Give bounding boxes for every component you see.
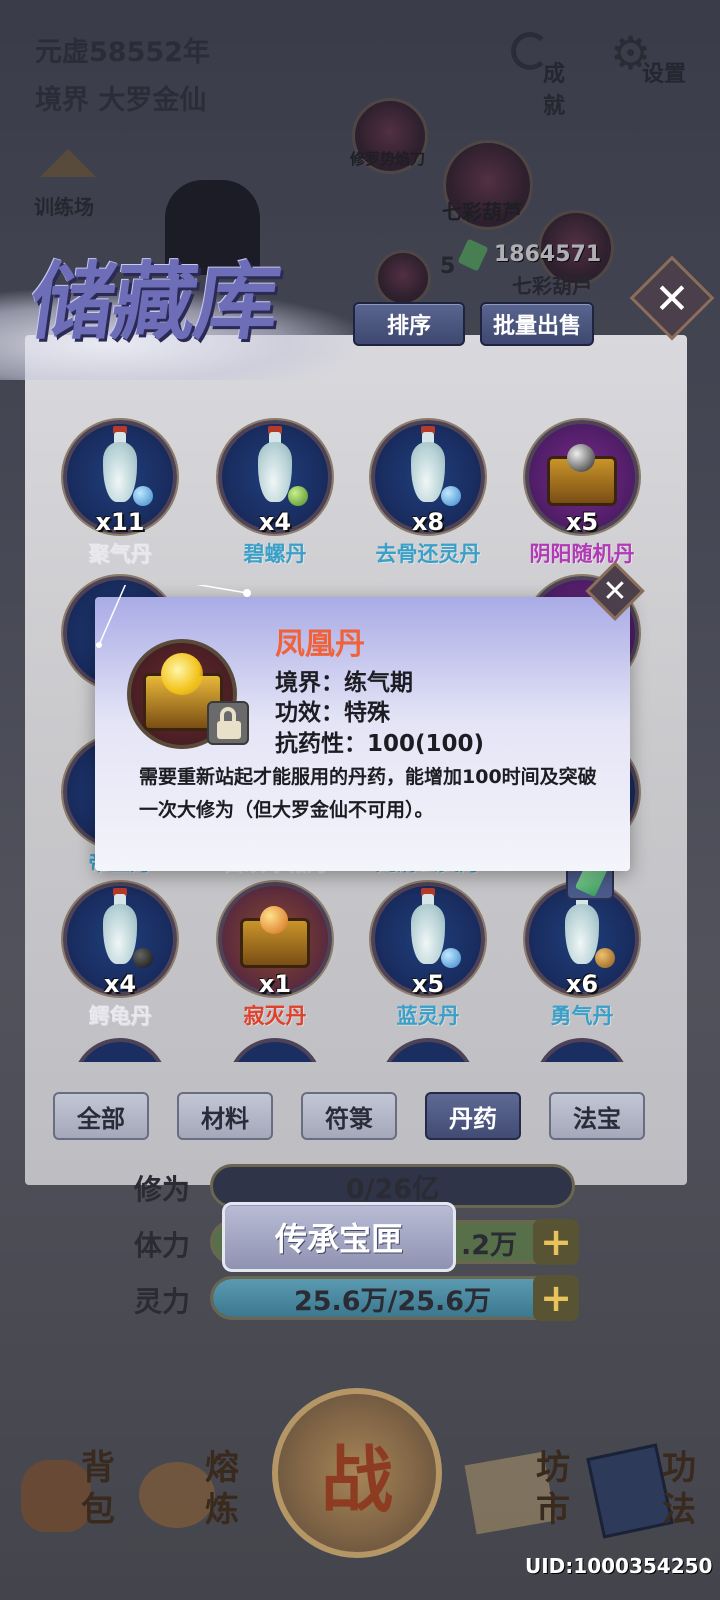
tooltip-resistance: 抗药性：100(100) <box>275 731 485 757</box>
spirit-bar: 25.6万/25.6万 <box>210 1276 575 1320</box>
inventory-item[interactable]: x11 聚气丹 <box>45 420 195 570</box>
spirit-plus-button[interactable]: + <box>533 1275 579 1321</box>
pill-vase-icon <box>411 442 445 502</box>
pill-vase-icon <box>103 904 137 964</box>
stamina-label: 体力 <box>134 1229 191 1262</box>
item-slot <box>72 1038 168 1062</box>
bag-label-2: 包 <box>81 1490 115 1530</box>
constellation-line <box>98 585 248 646</box>
cultivation-value: 0/26亿 <box>345 1173 440 1205</box>
bulk-sell-button[interactable]: 批量出售 <box>480 302 594 346</box>
tab-talismans[interactable]: 符箓 <box>301 1092 397 1140</box>
close-icon[interactable]: ✕ <box>642 268 702 328</box>
market-label-2: 市 <box>536 1490 570 1530</box>
bead-icon <box>133 486 153 506</box>
inventory-item[interactable]: x5 阴阳随机丹 <box>507 420 657 570</box>
orb-icon <box>567 444 595 472</box>
bead-icon <box>441 948 461 968</box>
glow-orb-icon <box>161 653 203 695</box>
inventory-item[interactable]: x5 蓝灵丹 <box>353 882 503 1032</box>
tooltip-description: 需要重新站起才能服用的丹药，能增加100时间及突破一次大修为（但大罗金仙不可用）… <box>139 766 597 821</box>
item-count: x6 <box>565 970 599 998</box>
pill-vase-icon <box>411 904 445 964</box>
stamina-value: .2万 <box>461 1229 518 1261</box>
inventory-item[interactable]: x8 去骨还灵丹 <box>353 420 503 570</box>
user-id: UID:1000354250 <box>525 1554 713 1578</box>
lock-icon <box>207 701 249 745</box>
pill-vase-icon <box>103 442 137 502</box>
smelt-label-1: 熔 <box>205 1448 239 1488</box>
smelt-button[interactable]: 熔 炼 <box>135 1440 250 1540</box>
pill-vase-icon <box>258 442 292 502</box>
item-name: 寂灭丹 <box>243 1004 307 1028</box>
stamina-plus-button[interactable]: + <box>533 1219 579 1265</box>
bag-button[interactable]: 背 包 <box>15 1440 125 1540</box>
item-count: x8 <box>411 508 445 536</box>
orb-icon <box>260 906 288 934</box>
spirit-value: 25.6万/25.6万 <box>293 1285 492 1317</box>
item-slot <box>227 1038 323 1062</box>
bead-icon <box>441 486 461 506</box>
inventory-item[interactable]: x6 勇气丹 <box>507 882 657 1032</box>
item-name: 勇气丹 <box>550 1004 614 1028</box>
bag-label-1: 背 <box>81 1448 115 1488</box>
tooltip-effect: 功效：特殊 <box>275 700 390 726</box>
item-slot <box>534 1038 630 1062</box>
item-count: x5 <box>411 970 445 998</box>
inventory-item[interactable]: x4 碧螺丹 <box>200 420 350 570</box>
spirit-label: 灵力 <box>134 1285 191 1318</box>
item-count: x5 <box>565 508 599 536</box>
pill-vase-icon <box>565 904 599 964</box>
item-count: x4 <box>103 970 137 998</box>
item-name: 碧螺丹 <box>243 542 307 566</box>
sort-button[interactable]: 排序 <box>353 302 465 346</box>
tab-all[interactable]: 全部 <box>53 1092 149 1140</box>
market-button[interactable]: 坊 市 <box>464 1440 583 1540</box>
tab-pills[interactable]: 丹药 <box>425 1092 521 1140</box>
star-icon <box>243 589 251 597</box>
item-name: 阴阳随机丹 <box>529 542 635 566</box>
skills-button[interactable]: 功 法 <box>586 1440 707 1540</box>
storage-title: 储藏库 <box>24 252 285 351</box>
smelt-label-2: 炼 <box>205 1490 239 1530</box>
item-slot <box>380 1038 476 1062</box>
inventory-item[interactable]: x4 鳄龟丹 <box>45 882 195 1032</box>
cultivation-label: 修为 <box>134 1173 191 1206</box>
star-icon <box>96 642 102 648</box>
bead-icon <box>595 948 615 968</box>
market-label-1: 坊 <box>536 1448 570 1488</box>
battle-button[interactable]: 战 <box>272 1388 442 1558</box>
item-tooltip: 凤凰丹 境界：练气期 功效：特殊 抗药性：100(100) 需要重新站起才能服用… <box>95 585 630 871</box>
bead-icon <box>288 486 308 506</box>
tab-materials[interactable]: 材料 <box>177 1092 273 1140</box>
item-name: 蓝灵丹 <box>396 1004 460 1028</box>
tooltip-item-name: 凤凰丹 <box>275 627 365 662</box>
tooltip-realm: 境界：练气期 <box>275 670 413 696</box>
inventory-item[interactable]: x1 寂灭丹 <box>200 882 350 1032</box>
item-count: x11 <box>95 508 145 536</box>
tab-treasures[interactable]: 法宝 <box>549 1092 645 1140</box>
item-count: x1 <box>258 970 292 998</box>
furnace-icon <box>139 1462 215 1528</box>
book-icon <box>586 1443 674 1539</box>
skills-label-2: 法 <box>662 1490 696 1530</box>
bead-icon <box>133 948 153 968</box>
next-row-peek <box>72 1038 632 1062</box>
tooltip-close-icon[interactable]: ✕ <box>594 570 636 612</box>
item-name: 聚气丹 <box>88 542 152 566</box>
item-count: x4 <box>258 508 292 536</box>
battle-label: 战 <box>320 1436 393 1522</box>
lock-body <box>217 721 241 739</box>
item-name: 去骨还灵丹 <box>375 542 481 566</box>
item-name: 鳄龟丹 <box>88 1004 152 1028</box>
skills-label-1: 功 <box>662 1448 696 1488</box>
legacy-chest-button[interactable]: 传承宝匣 <box>222 1202 456 1272</box>
